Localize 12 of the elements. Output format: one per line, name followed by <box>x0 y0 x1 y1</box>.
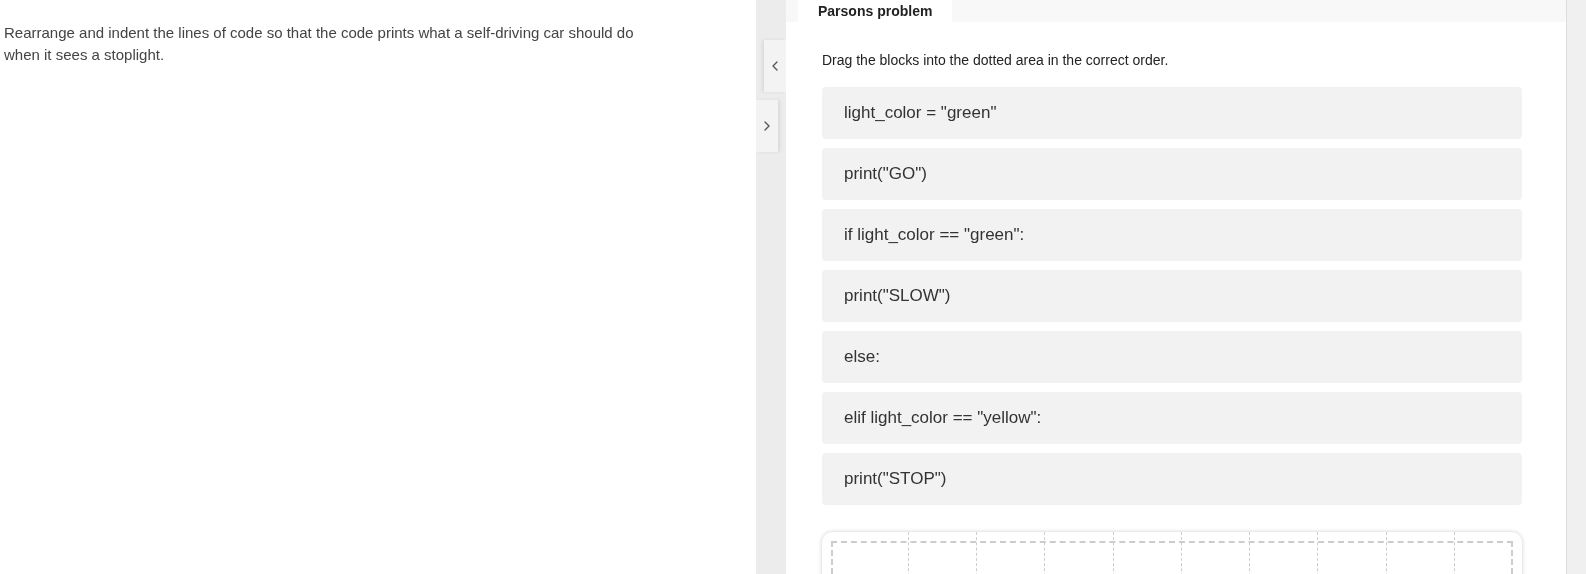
tab[interactable]: Parsons problem <box>798 0 953 22</box>
code-block[interactable]: print("SLOW") <box>822 270 1522 322</box>
expand-panel-button[interactable] <box>756 100 778 152</box>
question-prompt: Rearrange and indent the lines of code so that the code prints what a self-driving car should do when it sees a stoplight. <box>4 23 635 65</box>
code-block[interactable]: print("GO") <box>822 148 1522 200</box>
code-block[interactable]: light_color = "green" <box>822 87 1522 139</box>
code-block[interactable]: if light_color == "green": <box>822 209 1522 261</box>
code-block[interactable]: elif light_color == "yellow": <box>822 392 1522 444</box>
code-block[interactable]: else: <box>822 331 1522 383</box>
code-block[interactable]: print("STOP") <box>822 453 1522 505</box>
instruction-text: Drag the blocks into the dotted area in the correct order. <box>822 51 1170 70</box>
collapse-panel-button[interactable] <box>764 40 786 92</box>
